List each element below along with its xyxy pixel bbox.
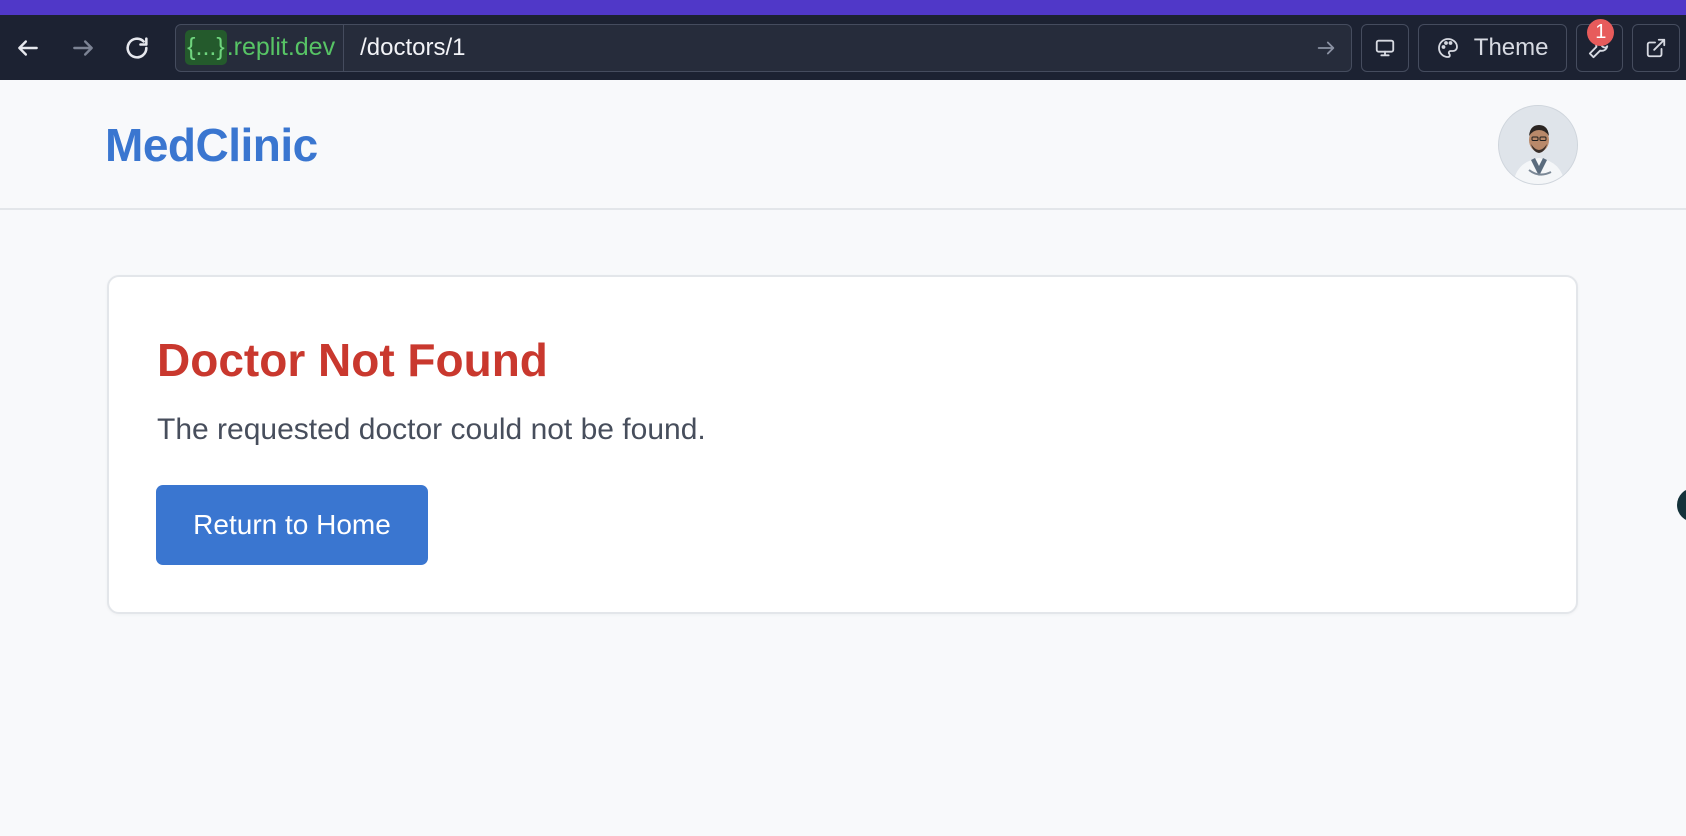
go-button[interactable] xyxy=(1315,37,1337,64)
avatar[interactable] xyxy=(1498,105,1578,185)
monitor-icon xyxy=(1375,39,1394,56)
error-message: The requested doctor could not be found. xyxy=(157,413,706,446)
reload-icon xyxy=(126,36,148,59)
url-domain-suffix: .replit.dev xyxy=(226,33,336,61)
url-domain-token: {...} xyxy=(185,30,227,65)
brand-logo[interactable]: MedClinic xyxy=(105,118,318,172)
notification-badge: 1 xyxy=(1587,18,1615,46)
forward-button[interactable] xyxy=(63,28,103,68)
site-header: MedClinic xyxy=(0,80,1686,210)
return-home-button[interactable]: Return to Home xyxy=(156,485,428,565)
not-found-card: Doctor Not Found The requested doctor co… xyxy=(107,275,1578,614)
external-link-icon xyxy=(1646,38,1666,57)
reload-button[interactable] xyxy=(117,28,157,68)
url-domain: {...} .replit.dev xyxy=(176,24,345,71)
theme-label: Theme xyxy=(1473,33,1549,61)
palette-icon xyxy=(1437,37,1458,58)
browser-toolbar: {...} .replit.dev /doctors/1 Theme 1 xyxy=(0,15,1686,80)
arrow-left-icon xyxy=(18,39,38,56)
floating-widget-button[interactable] xyxy=(1677,488,1686,522)
arrow-right-icon xyxy=(1317,41,1335,54)
theme-button[interactable]: Theme xyxy=(1417,23,1567,72)
device-preview-button[interactable] xyxy=(1360,23,1409,72)
url-path-input[interactable]: /doctors/1 xyxy=(344,34,465,62)
doctor-avatar-image xyxy=(1499,106,1577,184)
address-bar[interactable]: {...} .replit.dev /doctors/1 xyxy=(175,23,1352,72)
open-new-tab-button[interactable] xyxy=(1632,23,1680,72)
page-title: Doctor Not Found xyxy=(157,334,548,386)
back-button[interactable] xyxy=(8,28,48,68)
devtools-button[interactable]: 1 xyxy=(1575,18,1624,72)
arrow-right-icon xyxy=(72,39,93,56)
top-accent-bar xyxy=(0,0,1686,15)
